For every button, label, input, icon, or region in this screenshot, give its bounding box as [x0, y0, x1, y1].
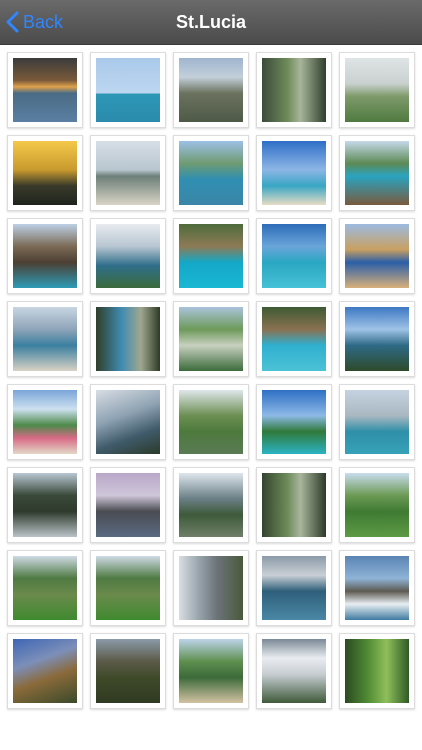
chevron-left-icon: [6, 11, 19, 33]
photo-grid: [7, 52, 417, 709]
photo-thumbnail[interactable]: [256, 301, 332, 377]
photo-thumbnail[interactable]: [7, 467, 83, 543]
photo-image: [179, 556, 243, 620]
photo-thumbnail[interactable]: [7, 218, 83, 294]
photo-thumbnail[interactable]: [7, 633, 83, 709]
photo-image: [13, 141, 77, 205]
photo-image: [13, 473, 77, 537]
photo-image: [96, 639, 160, 703]
photo-thumbnail[interactable]: [256, 467, 332, 543]
page-title: St.Lucia: [175, 12, 246, 32]
navigation-bar: Back St.Lucia: [0, 0, 422, 45]
photo-thumbnail[interactable]: [339, 550, 415, 626]
photo-image: [13, 556, 77, 620]
photo-image: [13, 639, 77, 703]
photo-image: [345, 141, 409, 205]
photo-thumbnail[interactable]: [90, 633, 166, 709]
photo-thumbnail[interactable]: [256, 550, 332, 626]
back-button[interactable]: Back: [6, 6, 63, 38]
photo-thumbnail[interactable]: [173, 467, 249, 543]
photo-thumbnail[interactable]: [173, 550, 249, 626]
photo-thumbnail[interactable]: [173, 52, 249, 128]
photo-image: [262, 224, 326, 288]
photo-thumbnail[interactable]: [173, 384, 249, 460]
photo-thumbnail[interactable]: [173, 633, 249, 709]
photo-image: [345, 58, 409, 122]
photo-image: [96, 224, 160, 288]
photo-image: [345, 473, 409, 537]
photo-thumbnail[interactable]: [90, 384, 166, 460]
photo-image: [262, 473, 326, 537]
photo-image: [262, 556, 326, 620]
photo-image: [13, 58, 77, 122]
photo-thumbnail[interactable]: [90, 550, 166, 626]
photo-image: [345, 556, 409, 620]
photo-image: [96, 556, 160, 620]
photo-image: [13, 224, 77, 288]
photo-image: [179, 58, 243, 122]
photo-thumbnail[interactable]: [256, 135, 332, 211]
photo-thumbnail[interactable]: [256, 218, 332, 294]
photo-thumbnail[interactable]: [339, 301, 415, 377]
photo-thumbnail[interactable]: [339, 384, 415, 460]
photo-thumbnail[interactable]: [339, 218, 415, 294]
photo-image: [179, 639, 243, 703]
photo-thumbnail[interactable]: [339, 135, 415, 211]
photo-image: [13, 390, 77, 454]
photo-thumbnail[interactable]: [339, 633, 415, 709]
photo-thumbnail[interactable]: [7, 135, 83, 211]
photo-thumbnail[interactable]: [7, 301, 83, 377]
photo-image: [262, 639, 326, 703]
photo-image: [179, 141, 243, 205]
photo-thumbnail[interactable]: [90, 467, 166, 543]
photo-image: [96, 141, 160, 205]
photo-thumbnail[interactable]: [7, 384, 83, 460]
photo-thumbnail[interactable]: [7, 52, 83, 128]
photo-image: [179, 307, 243, 371]
photo-image: [179, 390, 243, 454]
back-label: Back: [23, 11, 64, 32]
photo-thumbnail[interactable]: [339, 467, 415, 543]
photo-image: [179, 224, 243, 288]
photo-image: [96, 307, 160, 371]
photo-image: [262, 58, 326, 122]
photo-image: [345, 639, 409, 703]
photo-thumbnail[interactable]: [256, 633, 332, 709]
photo-image: [345, 307, 409, 371]
photo-thumbnail[interactable]: [256, 384, 332, 460]
photo-thumbnail[interactable]: [256, 52, 332, 128]
photo-thumbnail[interactable]: [90, 301, 166, 377]
photo-image: [345, 390, 409, 454]
photo-image: [262, 141, 326, 205]
photo-thumbnail[interactable]: [173, 301, 249, 377]
photo-image: [13, 307, 77, 371]
photo-thumbnail[interactable]: [90, 135, 166, 211]
photo-thumbnail[interactable]: [7, 550, 83, 626]
photo-image: [179, 473, 243, 537]
photo-image: [262, 390, 326, 454]
photo-image: [96, 390, 160, 454]
photo-image: [262, 307, 326, 371]
photo-thumbnail[interactable]: [173, 218, 249, 294]
photo-image: [96, 58, 160, 122]
photo-thumbnail[interactable]: [173, 135, 249, 211]
photo-thumbnail[interactable]: [339, 52, 415, 128]
photo-image: [345, 224, 409, 288]
photo-image: [96, 473, 160, 537]
photo-thumbnail[interactable]: [90, 218, 166, 294]
photo-thumbnail[interactable]: [90, 52, 166, 128]
